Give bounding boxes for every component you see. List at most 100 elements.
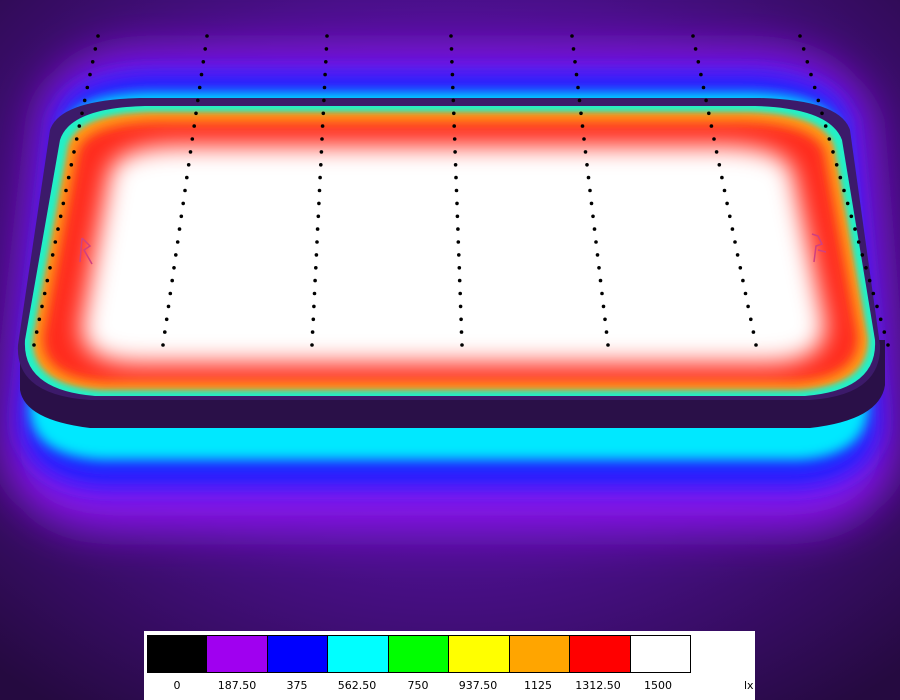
measurement-point <box>170 278 174 283</box>
measurement-point <box>314 266 318 270</box>
measurement-point <box>576 85 580 90</box>
measurement-point <box>69 163 74 167</box>
measurement-point <box>37 317 42 322</box>
measurement-point <box>205 34 209 38</box>
measurement-point <box>163 330 167 334</box>
measurement-point <box>197 85 202 90</box>
measurement-point <box>175 240 180 244</box>
legend-swatch <box>570 635 631 673</box>
legend-tick-label: 187.50 <box>217 679 257 692</box>
measurement-point <box>823 124 828 128</box>
measurement-point <box>186 163 191 167</box>
measurement-point <box>185 175 189 180</box>
measurement-point <box>457 253 461 257</box>
measurement-point <box>319 150 324 154</box>
measurement-point <box>749 317 753 322</box>
measurement-point <box>606 343 610 347</box>
measurement-point <box>454 175 458 180</box>
measurement-point <box>582 137 586 141</box>
measurement-point <box>458 304 463 309</box>
measurement-point <box>161 343 165 347</box>
measurement-point <box>570 34 574 38</box>
measurement-point <box>573 60 577 64</box>
measurement-point <box>325 34 329 38</box>
illuminance-scene: 0 187.50 375 562.50 750 937.50 1125 1312.50 1500… <box>0 0 900 700</box>
legend-swatch <box>388 635 449 673</box>
measurement-point <box>860 253 865 257</box>
measurement-point <box>317 201 321 206</box>
measurement-point <box>845 201 850 206</box>
measurement-point <box>594 240 598 244</box>
measurement-point <box>595 253 600 257</box>
legend-tick-label: 937.50 <box>458 679 498 692</box>
measurement-point <box>203 47 207 51</box>
measurement-point <box>453 150 457 154</box>
legend-tick-label: 0 <box>173 679 181 692</box>
measurement-point <box>735 253 740 257</box>
measurement-point <box>838 175 843 180</box>
measurement-point <box>722 188 727 193</box>
measurement-point <box>586 175 591 180</box>
measurement-point <box>867 278 872 283</box>
measurement-point <box>591 214 595 219</box>
measurement-point <box>579 111 583 116</box>
measurement-point <box>93 47 98 51</box>
measurement-point <box>316 214 321 219</box>
measurement-point <box>801 47 806 51</box>
measurement-point <box>728 214 732 219</box>
measurement-point <box>603 317 607 322</box>
pitch-white <box>81 146 826 363</box>
measurement-point <box>322 85 327 90</box>
measurement-point <box>709 124 714 128</box>
measurement-point <box>458 291 463 296</box>
measurement-point <box>315 227 320 231</box>
measurement-point <box>58 214 63 219</box>
measurement-point <box>585 163 589 167</box>
measurement-point <box>460 343 464 347</box>
measurement-point <box>809 72 813 77</box>
measurement-point <box>313 278 317 283</box>
measurement-point <box>730 227 735 231</box>
measurement-point <box>90 60 95 64</box>
measurement-point <box>310 343 314 347</box>
measurement-point <box>72 150 76 154</box>
measurement-point <box>61 201 66 206</box>
measurement-point <box>454 188 459 193</box>
measurement-point <box>805 60 810 64</box>
measurement-point <box>452 124 457 128</box>
measurement-point <box>701 85 706 90</box>
measurement-point <box>451 85 455 90</box>
legend-swatch <box>328 635 389 673</box>
legend-swatch <box>509 635 570 673</box>
measurement-point <box>201 60 206 64</box>
measurement-point <box>320 137 324 141</box>
measurement-point <box>856 240 861 244</box>
measurement-point <box>318 175 322 180</box>
measurement-point <box>882 330 887 334</box>
measurement-point <box>449 34 453 38</box>
legend-tick-label: 1312.50 <box>575 679 621 692</box>
measurement-point <box>183 188 187 193</box>
measurement-point <box>583 150 588 154</box>
legend-swatch <box>267 635 328 673</box>
legend-tick-label: 750 <box>407 679 429 692</box>
illuminance-map <box>0 0 900 700</box>
measurement-point <box>842 188 846 193</box>
measurement-point <box>172 266 176 270</box>
measurement-point <box>600 291 604 296</box>
measurement-point <box>174 253 178 257</box>
measurement-point <box>450 60 454 64</box>
measurement-point <box>875 304 879 309</box>
measurement-point <box>696 60 701 64</box>
measurement-point <box>453 163 458 167</box>
measurement-point <box>40 304 44 309</box>
measurement-point <box>834 163 839 167</box>
measurement-point <box>177 227 182 231</box>
legend-tick-labels: 0 187.50 375 562.50 750 937.50 1125 1312.50 1500 <box>144 679 755 695</box>
legend-swatch <box>630 635 691 673</box>
measurement-point <box>319 163 323 167</box>
measurement-point <box>601 304 606 309</box>
measurement-point <box>871 291 876 296</box>
measurement-point <box>746 304 750 309</box>
measurement-point <box>816 98 821 103</box>
